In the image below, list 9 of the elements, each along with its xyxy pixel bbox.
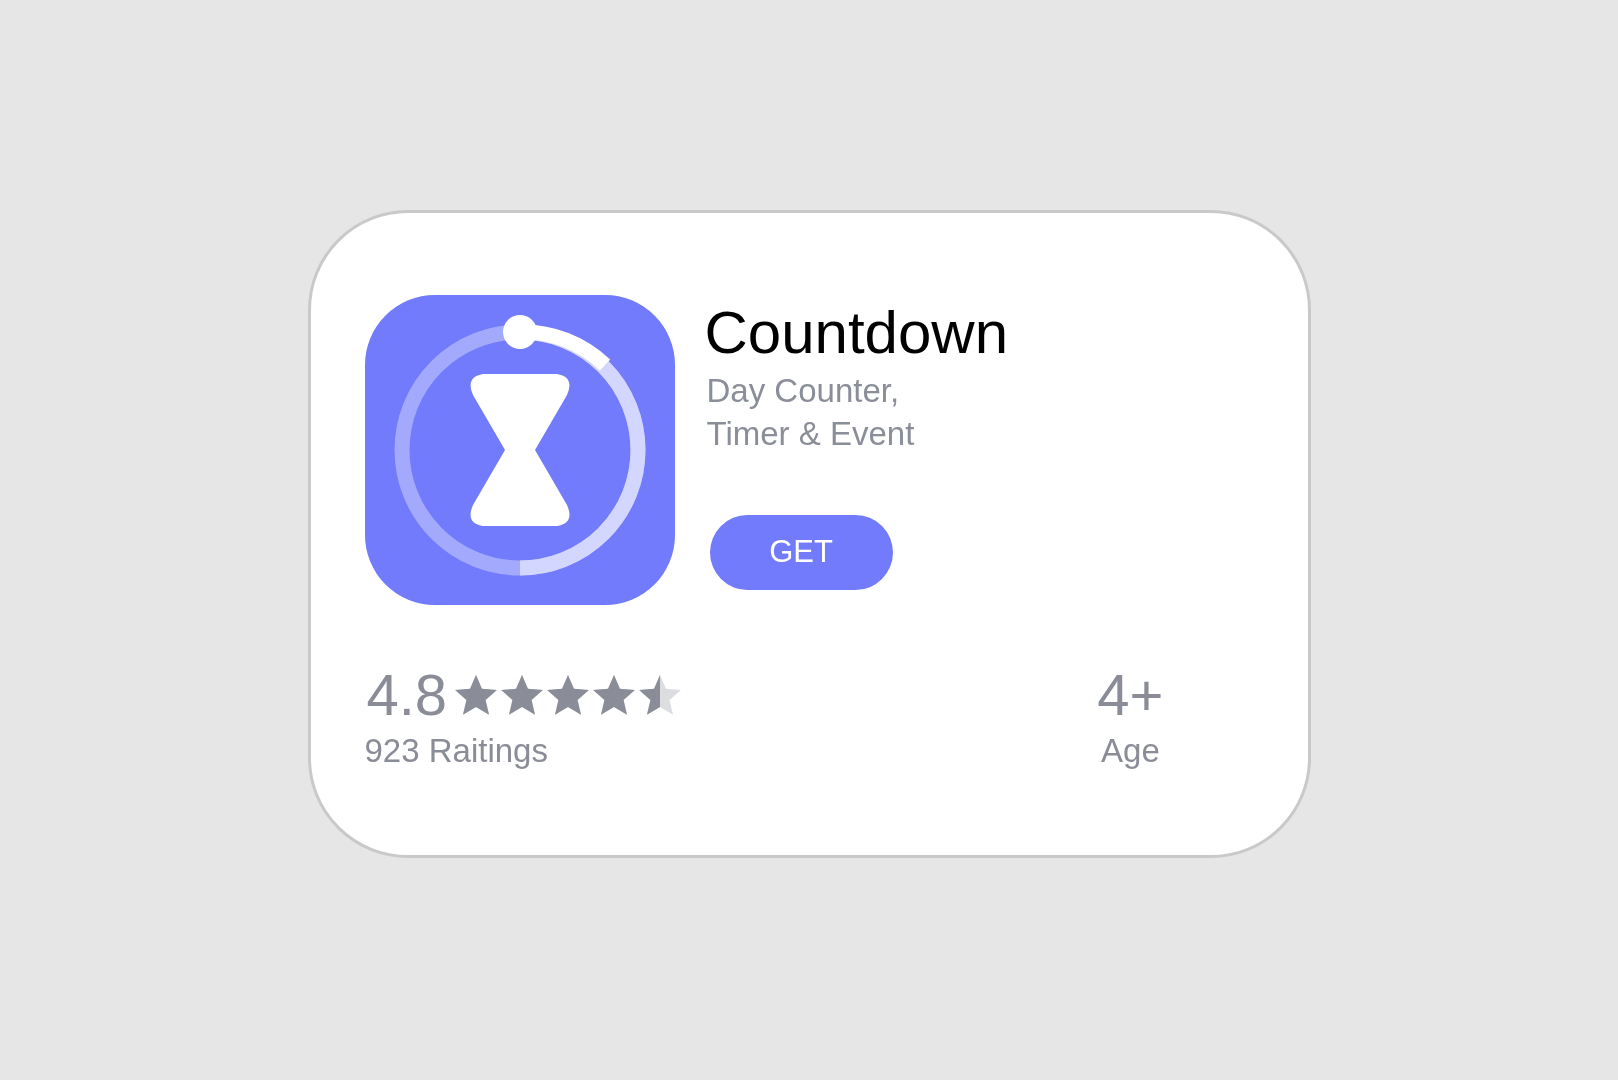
app-subtitle: Day Counter, [706, 371, 901, 411]
age-rating: 4+ [1097, 665, 1164, 725]
app-icon [364, 295, 675, 605]
rating-score: 4.8 [366, 665, 448, 725]
app-title: Countdown [704, 298, 1009, 368]
app-subtitle: Timer & Event [706, 414, 916, 454]
get-button[interactable]: GET [709, 515, 893, 590]
ratings-count: 923 Raitings [364, 731, 549, 771]
age-label: Age [1101, 731, 1160, 771]
